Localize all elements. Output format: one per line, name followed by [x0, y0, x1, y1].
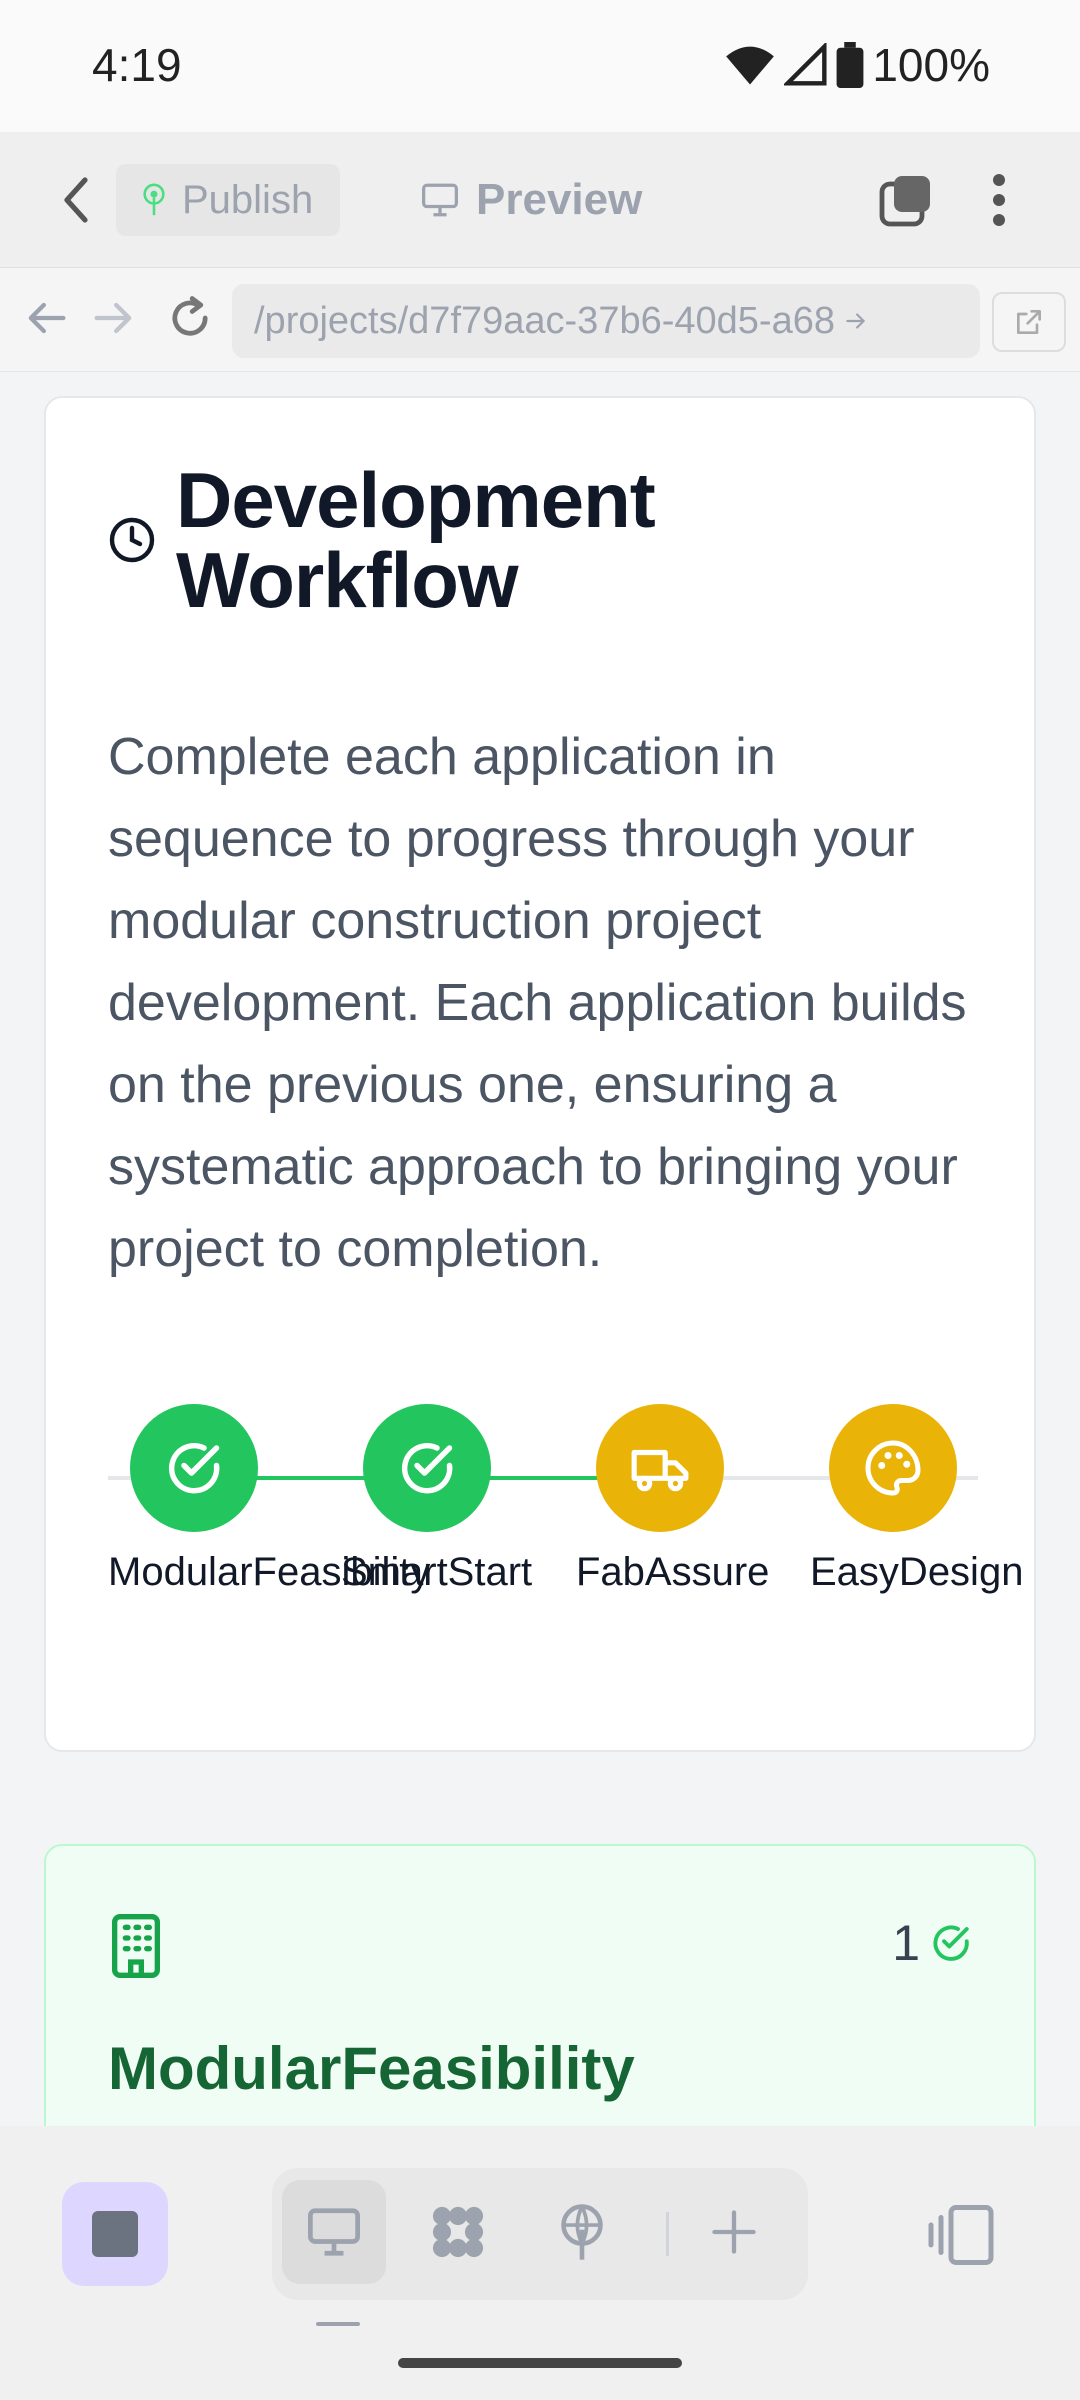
arrow-right-icon[interactable] [88, 292, 140, 344]
step-modularfeasibility[interactable] [130, 1404, 258, 1532]
status-icons: 100% [724, 38, 990, 92]
satellite-icon [143, 183, 165, 216]
satellite-icon [561, 2204, 603, 2260]
building-icon [112, 1914, 160, 1978]
workflow-title-line2: Workflow [176, 536, 519, 624]
workflow-title-line1: Development [176, 456, 656, 544]
app-bar: Publish Preview [0, 132, 1080, 268]
tool-group [272, 2168, 808, 2300]
components-button[interactable] [406, 2180, 510, 2284]
stop-icon [92, 2211, 138, 2257]
battery-level: 100% [872, 39, 990, 91]
battery-icon [836, 42, 864, 88]
palette-icon [865, 1440, 921, 1496]
content-area[interactable]: Development Workflow Complete each appli… [0, 372, 1080, 2126]
preview-button[interactable]: Preview [420, 164, 642, 236]
status-bar: 4:19 100% [0, 0, 1080, 132]
workflow-title-row: Development Workflow [108, 456, 656, 624]
desktop-view-button[interactable] [282, 2180, 386, 2284]
back-icon[interactable] [52, 172, 102, 228]
url-bar: /projects/d7f79aac-37b6-40d5-a68 [0, 268, 1080, 372]
publish-label: Publish [182, 177, 314, 222]
truck-icon [631, 1449, 689, 1492]
workflow-stepper: ModularFeasibility SmartStart FabAssure … [108, 1398, 1023, 1598]
arrow-left-icon[interactable] [20, 292, 72, 344]
plus-icon [712, 2210, 756, 2254]
status-time: 4:19 [92, 39, 182, 91]
workflow-title: Development Workflow [176, 456, 656, 624]
step-label-smartstart: SmartStart [341, 1550, 533, 1594]
toolbar-divider [666, 2212, 669, 2256]
clock-icon [109, 517, 155, 563]
wifi-icon [726, 46, 775, 85]
step-fabassure[interactable] [596, 1404, 724, 1532]
publish-button[interactable]: Publish [116, 164, 340, 236]
monitor-icon [308, 2208, 360, 2256]
workflow-description: Complete each application in sequence to… [108, 728, 967, 1278]
grid-blobs-icon [432, 2206, 484, 2258]
reload-icon[interactable] [164, 292, 216, 344]
check-circle-icon [401, 1443, 453, 1494]
step-easydesign[interactable] [829, 1404, 957, 1532]
url-input[interactable]: /projects/d7f79aac-37b6-40d5-a68 [232, 284, 980, 358]
publish-tool-button[interactable] [530, 2180, 634, 2284]
home-indicator[interactable] [398, 2358, 682, 2368]
open-external-button[interactable] [992, 292, 1066, 352]
url-go-icon [846, 313, 866, 329]
app-card-number-text: 1 [892, 1915, 920, 1971]
workflow-card: Development Workflow Complete each appli… [44, 396, 1036, 1752]
bottom-toolbar [0, 2126, 1080, 2336]
app-card-number: 1 [892, 1914, 972, 1972]
app-card-modularfeasibility[interactable]: 1 ModularFeasibility [44, 1844, 1036, 2126]
external-link-icon [1017, 310, 1041, 334]
app-card-title: ModularFeasibility [108, 2035, 635, 2102]
add-button[interactable] [682, 2180, 786, 2284]
stop-button[interactable] [62, 2182, 168, 2286]
system-nav-bar [0, 2336, 1080, 2400]
step-label-easydesign: EasyDesign [810, 1550, 1024, 1594]
step-label-fabassure: FabAssure [576, 1550, 770, 1594]
check-circle-icon [933, 1925, 969, 1961]
drag-handle[interactable] [316, 2322, 360, 2326]
side-panel-icon[interactable] [926, 2200, 996, 2270]
url-text: /projects/d7f79aac-37b6-40d5-a68 [254, 299, 835, 342]
monitor-icon [422, 183, 458, 217]
preview-label: Preview [476, 175, 643, 224]
step-smartstart[interactable] [363, 1404, 491, 1532]
check-circle-icon [168, 1443, 220, 1494]
more-vertical-icon[interactable] [984, 170, 1014, 230]
tabs-icon[interactable] [878, 172, 934, 228]
signal-icon [784, 43, 827, 86]
